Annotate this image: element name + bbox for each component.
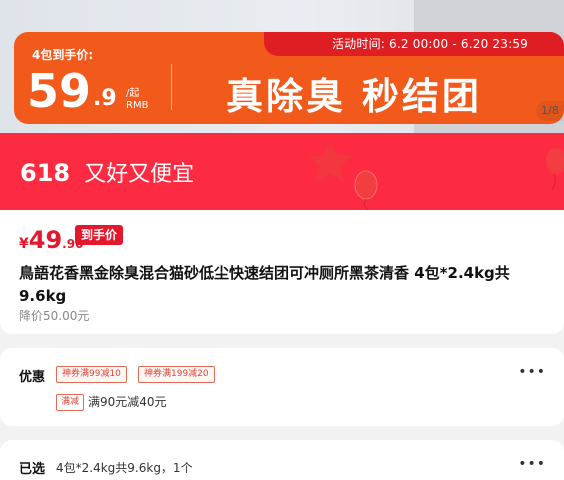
sale-banner[interactable]: 618 又好又便宜 bbox=[0, 133, 564, 210]
product-currency: ¥ bbox=[19, 236, 29, 252]
selected-spec-value: 4包*2.4kg共9.6kg，1个 bbox=[56, 461, 193, 475]
unit-top: /起 bbox=[126, 88, 140, 99]
coupon-badge-2[interactable]: 神券满199减20 bbox=[138, 366, 215, 383]
event-time-bar: 活动时间: 6.2 00:00 - 6.20 23:59 bbox=[264, 32, 564, 56]
hero-image[interactable]: 活动时间: 6.2 00:00 - 6.20 23:59 4包到手价: 59.9… bbox=[0, 0, 564, 133]
promo-divider bbox=[171, 64, 172, 110]
full-reduction-tag: 满减 bbox=[56, 394, 85, 411]
offers-label: 优惠 bbox=[19, 370, 46, 385]
product-price-int: 49 bbox=[28, 226, 63, 254]
selected-spec-row[interactable]: 已选 4包*2.4kg共9.6kg，1个 ••• bbox=[0, 440, 564, 480]
promo-price-dec: .9 bbox=[93, 86, 117, 111]
product-info-card: ¥49.90 到手价 鳥語花香黑金除臭混合猫砂低尘快速结团可冲厕所黑茶清香 4包… bbox=[0, 210, 564, 334]
product-title: 鳥語花香黑金除臭混合猫砂低尘快速结团可冲厕所黑茶清香 4包*2.4kg共9.6k… bbox=[19, 264, 510, 305]
more-dots-icon[interactable]: ••• bbox=[518, 456, 546, 472]
banner-618: 618 bbox=[20, 159, 71, 187]
final-price-tag: 到手价 bbox=[75, 225, 124, 245]
pack-price-label: 4包到手价: bbox=[32, 48, 94, 62]
banner-decoration-icon bbox=[300, 133, 564, 210]
more-dots-icon[interactable]: ••• bbox=[518, 364, 546, 380]
event-time: 活动时间: 6.2 00:00 - 6.20 23:59 bbox=[331, 37, 528, 51]
promo-price-int: 59 bbox=[27, 64, 92, 118]
promo-card: 活动时间: 6.2 00:00 - 6.20 23:59 4包到手价: 59.9… bbox=[14, 32, 564, 124]
banner-text: 618 又好又便宜 bbox=[20, 156, 194, 188]
promo-slogan: 真除臭 秒结团 bbox=[226, 75, 482, 118]
balloon-icon bbox=[354, 170, 378, 200]
product-price: ¥49.90 bbox=[19, 226, 83, 254]
unit-bottom: RMB bbox=[126, 100, 149, 111]
offers-row[interactable]: 优惠 神券满99减10 神券满199减20 满减 满90元减40元 ••• bbox=[0, 348, 564, 426]
selected-label: 已选 bbox=[19, 462, 46, 477]
full-reduction-text: 满90元减40元 bbox=[88, 395, 167, 409]
image-page-indicator: 1/8 bbox=[536, 101, 564, 121]
price-drop-text: 降价50.00元 bbox=[19, 309, 90, 323]
promo-price: 59.9 bbox=[27, 68, 117, 114]
banner-slogan: 又好又便宜 bbox=[84, 162, 195, 187]
coupon-badge-1[interactable]: 神券满99减10 bbox=[56, 366, 127, 383]
promo-price-unit: /起 RMB bbox=[126, 88, 148, 112]
